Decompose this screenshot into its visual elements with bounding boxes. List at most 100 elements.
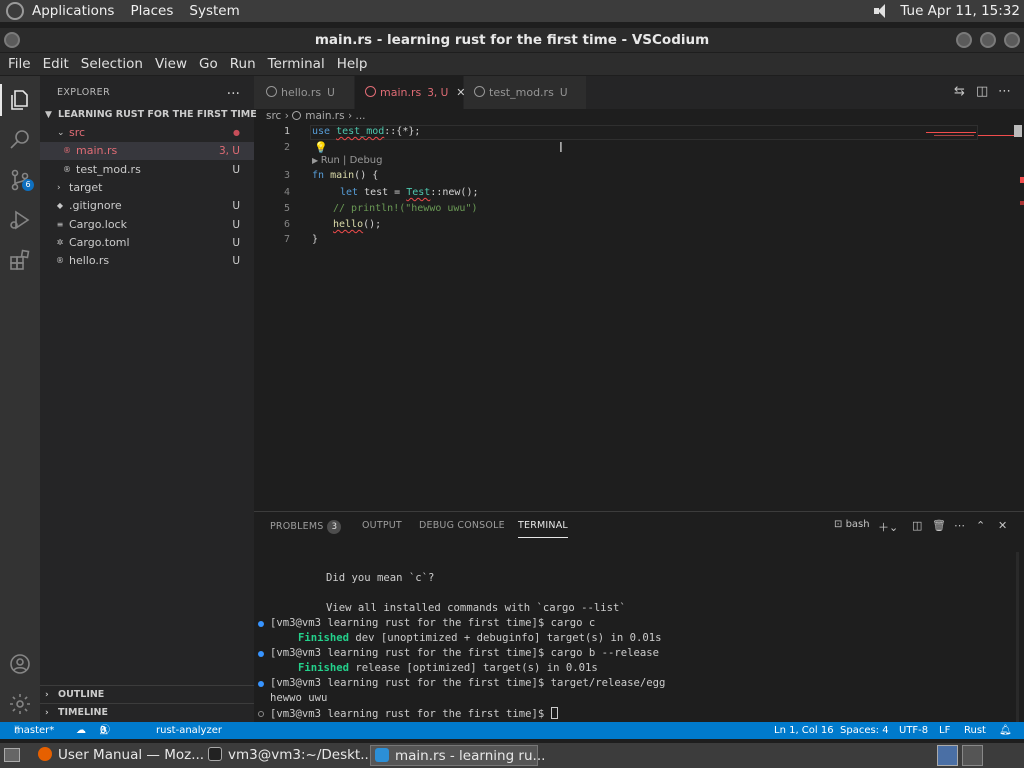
timeline-section[interactable]: › TIMELINE [40,703,254,721]
tree-item-hello-rs[interactable]: ® hello.rs U [40,252,254,270]
tree-item-label: hello.rs [69,254,110,267]
extensions-icon[interactable] [8,248,32,272]
code-editor[interactable]: 1 2 3 4 5 6 7 use test_mod::{*}; 💡 ▶ Run… [254,123,1024,511]
indentation[interactable]: Spaces: 4 [840,722,889,739]
more-actions-icon[interactable]: ⋯ [998,84,1011,99]
tree-item-main-rs[interactable]: ® main.rs 3, U [40,142,254,160]
outline-section[interactable]: › OUTLINE [40,685,254,703]
taskbar-label: vm3@vm3:~/Deskt... [228,747,374,763]
lsp-status[interactable]: rust-analyzer [156,722,222,739]
window-titlebar[interactable]: main.rs - learning rust for the first ti… [0,28,1024,52]
minimize-button[interactable] [956,32,972,48]
sync-icon[interactable]: ☁ [76,722,86,739]
explorer-more-actions-icon[interactable]: ... [227,82,240,98]
warning-count: 0 [100,725,107,736]
language-mode[interactable]: Rust [964,722,986,739]
menu-go[interactable]: Go [193,56,224,72]
split-terminal-icon[interactable]: ◫ [912,519,922,532]
tree-item-status: U [232,255,240,267]
close-panel-icon[interactable]: ✕ [998,519,1007,532]
workspace-root[interactable]: ▼ LEARNING RUST FOR THE FIRST TIME [40,106,257,124]
volume-icon[interactable] [874,4,890,18]
gnome-logo-icon[interactable] [6,2,24,20]
menu-view[interactable]: View [149,56,193,72]
taskbar-item-vscodium[interactable]: main.rs - learning ru... [370,745,545,766]
scrollbar-thumb[interactable] [1014,125,1022,137]
cursor-position[interactable]: Ln 1, Col 16 [774,722,834,739]
tab-label: test_mod.rs [489,86,554,99]
breadcrumb-file[interactable]: main.rs [305,110,344,122]
end-of-line[interactable]: LF [939,722,950,739]
taskbar-item-firefox[interactable]: User Manual — Moz... [34,745,204,766]
new-terminal-icon[interactable]: ＋⌄ [878,519,898,535]
menu-file[interactable]: File [2,56,37,72]
command-decoration-icon[interactable] [258,711,264,717]
vscodium-icon [375,748,389,762]
workspace-switcher[interactable] [937,745,958,766]
show-desktop-icon[interactable] [4,748,20,762]
applications-menu[interactable]: Applications [24,0,122,22]
lightbulb-icon[interactable]: 💡 [314,141,328,154]
tree-item-src[interactable]: ⌄ src ● [40,124,254,142]
tab-output[interactable]: OUTPUT [362,520,402,531]
tree-item-gitignore[interactable]: ◆ .gitignore U [40,197,254,215]
terminal-shell-selector[interactable]: ⊡ bash [834,519,870,530]
tree-item-target[interactable]: › target [40,179,254,197]
terminal-line: View all installed commands with `cargo … [326,602,626,614]
run-debug-icon[interactable] [8,208,32,232]
terminal-text: release [optimized] target(s) in 0.01s [349,662,598,674]
play-icon: ▶ [312,156,321,165]
terminal-prompt-line[interactable]: [vm3@vm3 learning rust for the first tim… [270,707,558,720]
workspace-switcher[interactable] [962,745,983,766]
more-actions-icon[interactable]: ⋯ [954,519,965,532]
taskbar-item-terminal[interactable]: vm3@vm3:~/Deskt... [204,745,373,766]
menu-help[interactable]: Help [331,56,374,72]
tab-hello-rs[interactable]: hello.rs U [254,76,354,109]
chevron-right-icon: › [284,110,293,122]
menu-run[interactable]: Run [224,56,262,72]
tab-main-rs[interactable]: main.rs 3, U ✕ [355,76,466,109]
command-decoration-icon[interactable] [258,681,264,687]
command-decoration-icon[interactable] [258,651,264,657]
breadcrumb-folder[interactable]: src [266,110,281,122]
clock[interactable]: Tue Apr 11, 15:32 [900,3,1020,19]
menu-edit[interactable]: Edit [37,56,75,72]
places-menu[interactable]: Places [122,0,181,22]
close-window-button[interactable] [1004,32,1020,48]
tab-problems[interactable]: PROBLEMS 3 [270,520,342,534]
tree-item-cargo-toml[interactable]: ✲ Cargo.toml U [40,234,254,252]
account-icon[interactable] [8,652,32,676]
tree-item-test-mod-rs[interactable]: ® test_mod.rs U [40,161,254,179]
code-type-name: Test [406,187,431,198]
explorer-icon[interactable] [8,88,32,112]
command-decoration-icon[interactable] [258,621,264,627]
breadcrumb: src › main.rs › ... [266,109,366,123]
split-editor-icon[interactable]: ◫ [976,84,988,99]
chevron-right-icon: › [57,183,61,193]
settings-gear-icon[interactable] [8,692,32,716]
maximize-panel-icon[interactable]: ⌃ [976,519,985,532]
tree-item-label: main.rs [76,144,118,157]
tree-item-cargo-lock[interactable]: ≡ Cargo.lock U [40,216,254,234]
search-icon[interactable] [8,128,32,152]
line-number: 5 [283,203,290,214]
tab-test-mod-rs[interactable]: test_mod.rs U [464,76,586,109]
open-changes-icon[interactable]: ⇆ [954,84,965,99]
notifications-bell-icon[interactable]: 🔔︎ [999,722,1012,739]
code-function-name: main [330,170,355,181]
codelens-run-debug[interactable]: ▶ Run | Debug [312,155,383,166]
system-menu[interactable]: System [181,0,247,22]
terminal-line: Did you mean `c`? [326,572,435,584]
menu-terminal[interactable]: Terminal [262,56,331,72]
menu-selection[interactable]: Selection [75,56,149,72]
encoding[interactable]: UTF-8 [899,722,928,739]
window-menu-button[interactable] [4,32,20,48]
terminal-line: hewwo uwu [270,692,328,704]
breadcrumb-symbol[interactable]: ... [356,110,366,122]
maximize-button[interactable] [980,32,996,48]
trash-icon[interactable]: 🗑 [932,519,946,532]
tab-terminal[interactable]: TERMINAL [518,520,568,538]
terminal-scrollbar[interactable] [1016,552,1019,722]
text-cursor-icon: I [559,141,563,156]
tab-debug-console[interactable]: DEBUG CONSOLE [419,520,505,531]
